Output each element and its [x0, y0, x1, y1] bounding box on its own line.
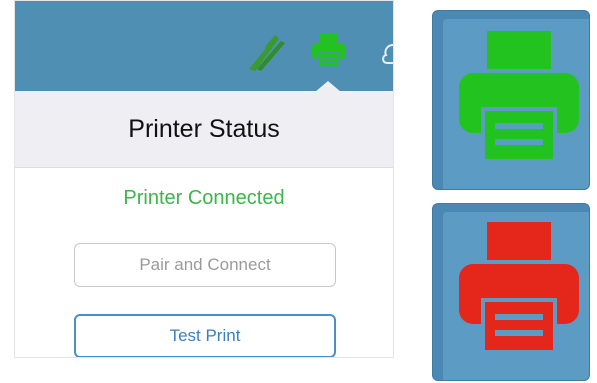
- toolbar: [15, 1, 393, 91]
- printer-connected-tile: [432, 10, 590, 190]
- pair-and-connect-button[interactable]: Pair and Connect: [74, 243, 336, 287]
- popover-title: Printer Status: [128, 114, 280, 143]
- test-print-button[interactable]: Test Print: [74, 314, 336, 357]
- cloud-icon[interactable]: [381, 37, 393, 67]
- cutlery-icon[interactable]: [245, 29, 289, 73]
- printer-connected-icon: [459, 31, 579, 163]
- printer-status-text: Printer Connected: [123, 187, 285, 209]
- popover-header: Printer Status: [15, 91, 393, 168]
- printer-disconnected-tile: [432, 203, 590, 381]
- printer-icon[interactable]: [311, 31, 347, 69]
- printer-status-screen: Printer Status Printer Connected Pair an…: [14, 0, 394, 358]
- printer-disconnected-icon: [459, 222, 579, 354]
